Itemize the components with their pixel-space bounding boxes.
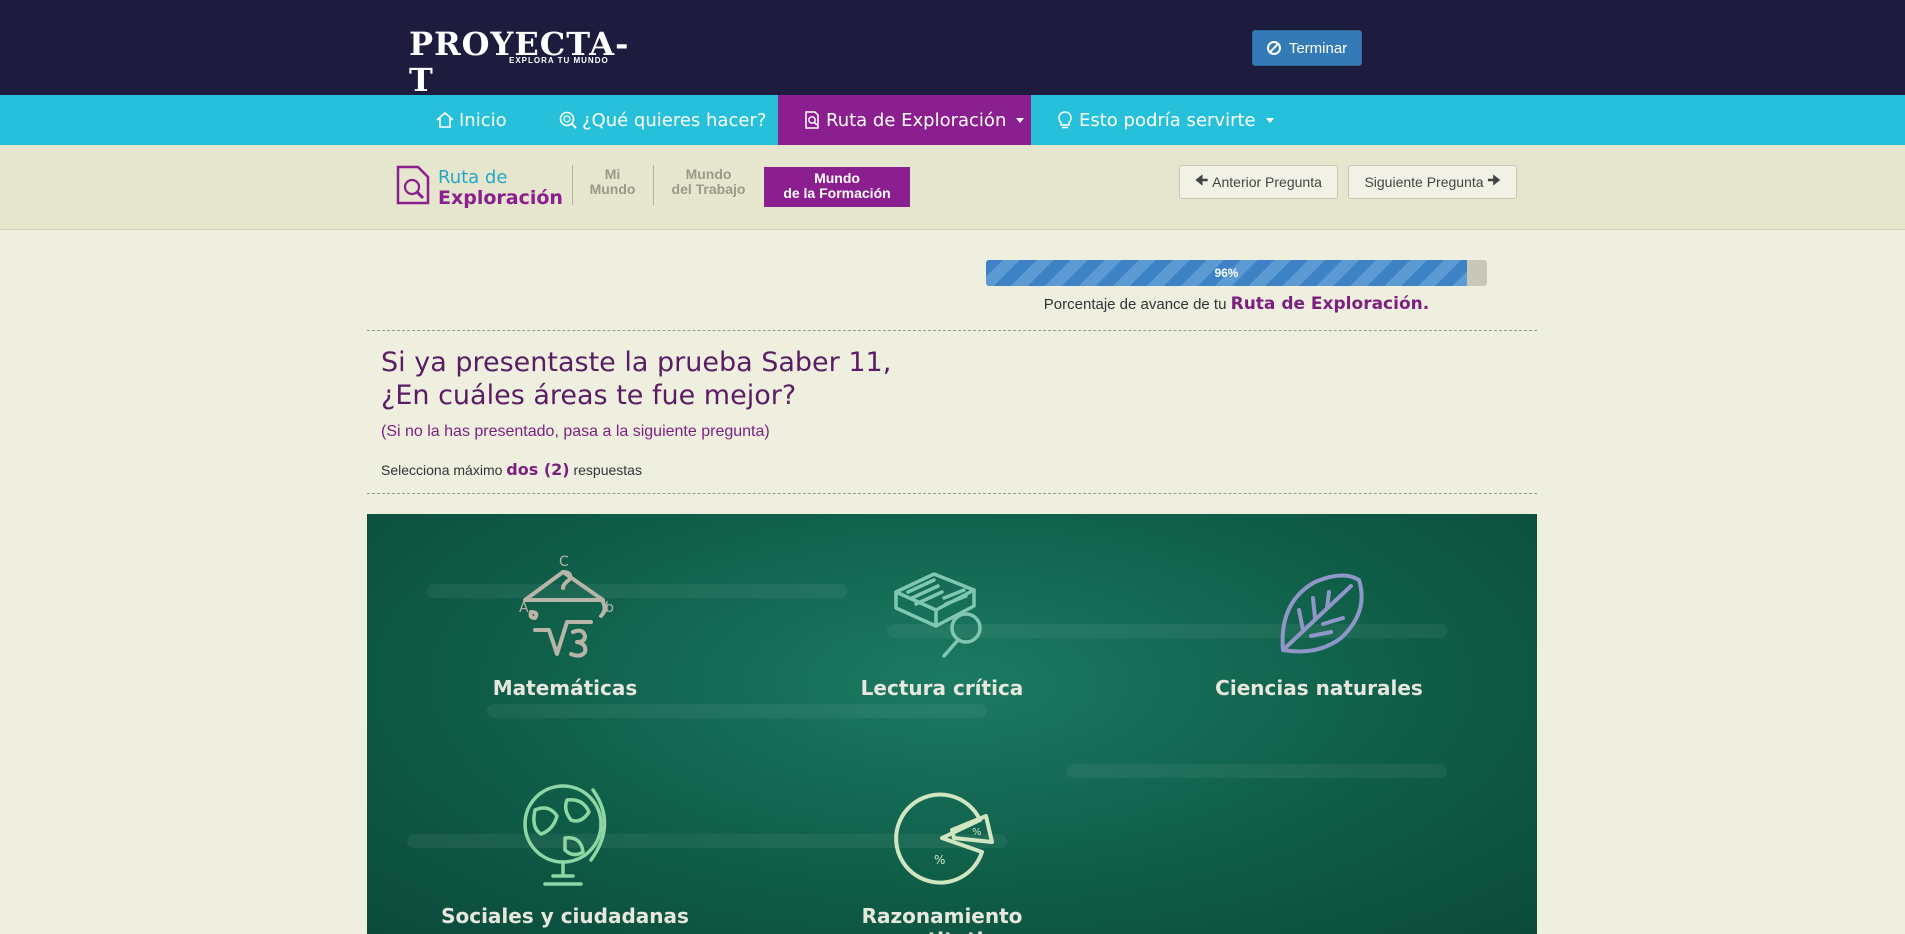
option-razonamiento-cuantitativo[interactable]: % % Razonamiento cuantitativo xyxy=(792,780,1092,934)
question-title-line1: Si ya presentaste la prueba Saber 11, xyxy=(381,347,892,378)
option-label: Ciencias naturales xyxy=(1215,676,1423,700)
leaf-icon xyxy=(1280,573,1364,654)
divider xyxy=(653,165,654,205)
ruta-de-exploracion-logo: Ruta de Exploración xyxy=(396,163,563,213)
previous-question-button[interactable]: 🠈 Anterior Pregunta xyxy=(1179,165,1338,199)
lightbulb-icon xyxy=(1058,111,1072,129)
arrow-left-icon: 🠈 xyxy=(1195,173,1209,189)
main-nav: Inicio ¿Qué quieres hacer? Ruta de Explo… xyxy=(0,95,1905,145)
document-search-icon xyxy=(396,165,430,205)
divider xyxy=(367,330,1537,331)
next-question-button[interactable]: Siguiente Pregunta 🠊 xyxy=(1348,165,1517,199)
step-line2: de la Formación xyxy=(783,185,891,201)
progress-caption-prefix: Porcentaje de avance de tu xyxy=(1043,296,1227,313)
magnifier-icon xyxy=(559,111,577,129)
svg-text:C: C xyxy=(559,554,569,570)
progress-caption: Porcentaje de avance de tu Ruta de Explo… xyxy=(986,294,1487,314)
globe-icon xyxy=(523,784,607,886)
proyecta-t-logo[interactable]: PROYECTA-T EXPLORA TU MUNDO xyxy=(409,26,634,98)
answers-chalkboard: A C b Matemáticas Lectura crítica Cienci… xyxy=(367,514,1537,934)
option-matematicas[interactable]: A C b Matemáticas xyxy=(415,552,715,700)
caret-down-icon xyxy=(1265,117,1274,123)
step-line2: Mundo xyxy=(589,181,636,197)
progress-bar-fill: 96% xyxy=(986,260,1467,286)
home-icon xyxy=(436,111,454,128)
instruction-prefix: Selecciona máximo xyxy=(381,462,503,478)
nav-item-esto-podria-servirte[interactable]: Esto podría servirte xyxy=(1055,95,1274,145)
nav-label: Inicio xyxy=(459,109,507,131)
previous-question-label: Anterior Pregunta xyxy=(1212,174,1322,190)
book-magnifier-icon xyxy=(894,572,982,658)
ruta-title-line1: Ruta de xyxy=(438,167,508,188)
svg-text:A: A xyxy=(519,600,529,616)
svg-text:%: % xyxy=(972,827,982,838)
step-line2: del Trabajo xyxy=(671,181,746,197)
next-question-label: Siguiente Pregunta xyxy=(1364,174,1484,190)
finish-button[interactable]: Terminar xyxy=(1252,30,1362,66)
option-ciencias-naturales[interactable]: Ciencias naturales xyxy=(1169,552,1469,700)
arrow-right-icon: 🠊 xyxy=(1487,173,1501,189)
nav-item-ruta-de-exploracion[interactable]: Ruta de Exploración xyxy=(778,95,1031,145)
progress-label: 96% xyxy=(1214,266,1239,280)
pie-chart-icon: % % xyxy=(894,792,994,885)
logo-tagline: EXPLORA TU MUNDO xyxy=(509,56,609,65)
nav-label: Ruta de Exploración xyxy=(826,109,1007,131)
option-label: Matemáticas xyxy=(492,676,638,700)
instruction-emphasis: dos (2) xyxy=(506,460,570,479)
step-line1: Mi xyxy=(604,166,621,182)
option-lectura-critica[interactable]: Lectura crítica xyxy=(792,552,1092,700)
chalk-streak xyxy=(1067,764,1447,778)
progress-bar: 96% xyxy=(986,260,1487,286)
ban-icon xyxy=(1266,41,1281,55)
question-title-line2: ¿En cuáles áreas te fue mejor? xyxy=(381,380,797,411)
nav-label: ¿Qué quieres hacer? xyxy=(582,109,767,131)
option-label: Razonamiento cuantitativo xyxy=(861,904,1023,934)
nav-item-inicio[interactable]: Inicio xyxy=(435,95,507,145)
option-label: Lectura crítica xyxy=(860,676,1024,700)
divider xyxy=(367,493,1537,494)
question-note: (Si no la has presentado, pasa a la sigu… xyxy=(381,423,770,440)
finish-button-label: Terminar xyxy=(1288,39,1348,57)
caret-down-icon xyxy=(1016,117,1025,123)
top-bar: PROYECTA-T EXPLORA TU MUNDO Terminar xyxy=(0,0,1905,98)
step-line1: Mundo xyxy=(814,170,860,186)
step-mundo-de-la-formacion[interactable]: Mundo de la Formación xyxy=(764,167,910,207)
step-mi-mundo[interactable]: Mi Mundo xyxy=(580,167,645,197)
svg-text:b: b xyxy=(605,600,614,616)
svg-text:%: % xyxy=(934,853,945,867)
nav-item-que-quieres-hacer[interactable]: ¿Qué quieres hacer? xyxy=(558,95,766,145)
instruction-suffix: respuestas xyxy=(573,462,642,478)
step-mundo-del-trabajo[interactable]: Mundo del Trabajo xyxy=(661,167,756,197)
nav-label: Esto podría servirte xyxy=(1079,109,1256,131)
question-title: Si ya presentaste la prueba Saber 11, ¿E… xyxy=(381,346,1181,412)
progress-caption-emphasis: Ruta de Exploración. xyxy=(1230,294,1430,314)
option-label: Sociales y ciudadanas xyxy=(441,904,689,928)
divider xyxy=(572,165,573,205)
ruta-title-line2: Exploración xyxy=(438,187,563,209)
question-instruction: Selecciona máximo dos (2) respuestas xyxy=(381,460,642,479)
route-subheader: Ruta de Exploración Mi Mundo Mundo del T… xyxy=(0,145,1905,230)
document-search-icon xyxy=(805,111,819,129)
step-line1: Mundo xyxy=(685,166,732,182)
math-triangle-icon: A C b xyxy=(519,554,614,658)
option-sociales-y-ciudadanas[interactable]: Sociales y ciudadanas xyxy=(415,780,715,928)
chalk-streak xyxy=(487,704,987,718)
